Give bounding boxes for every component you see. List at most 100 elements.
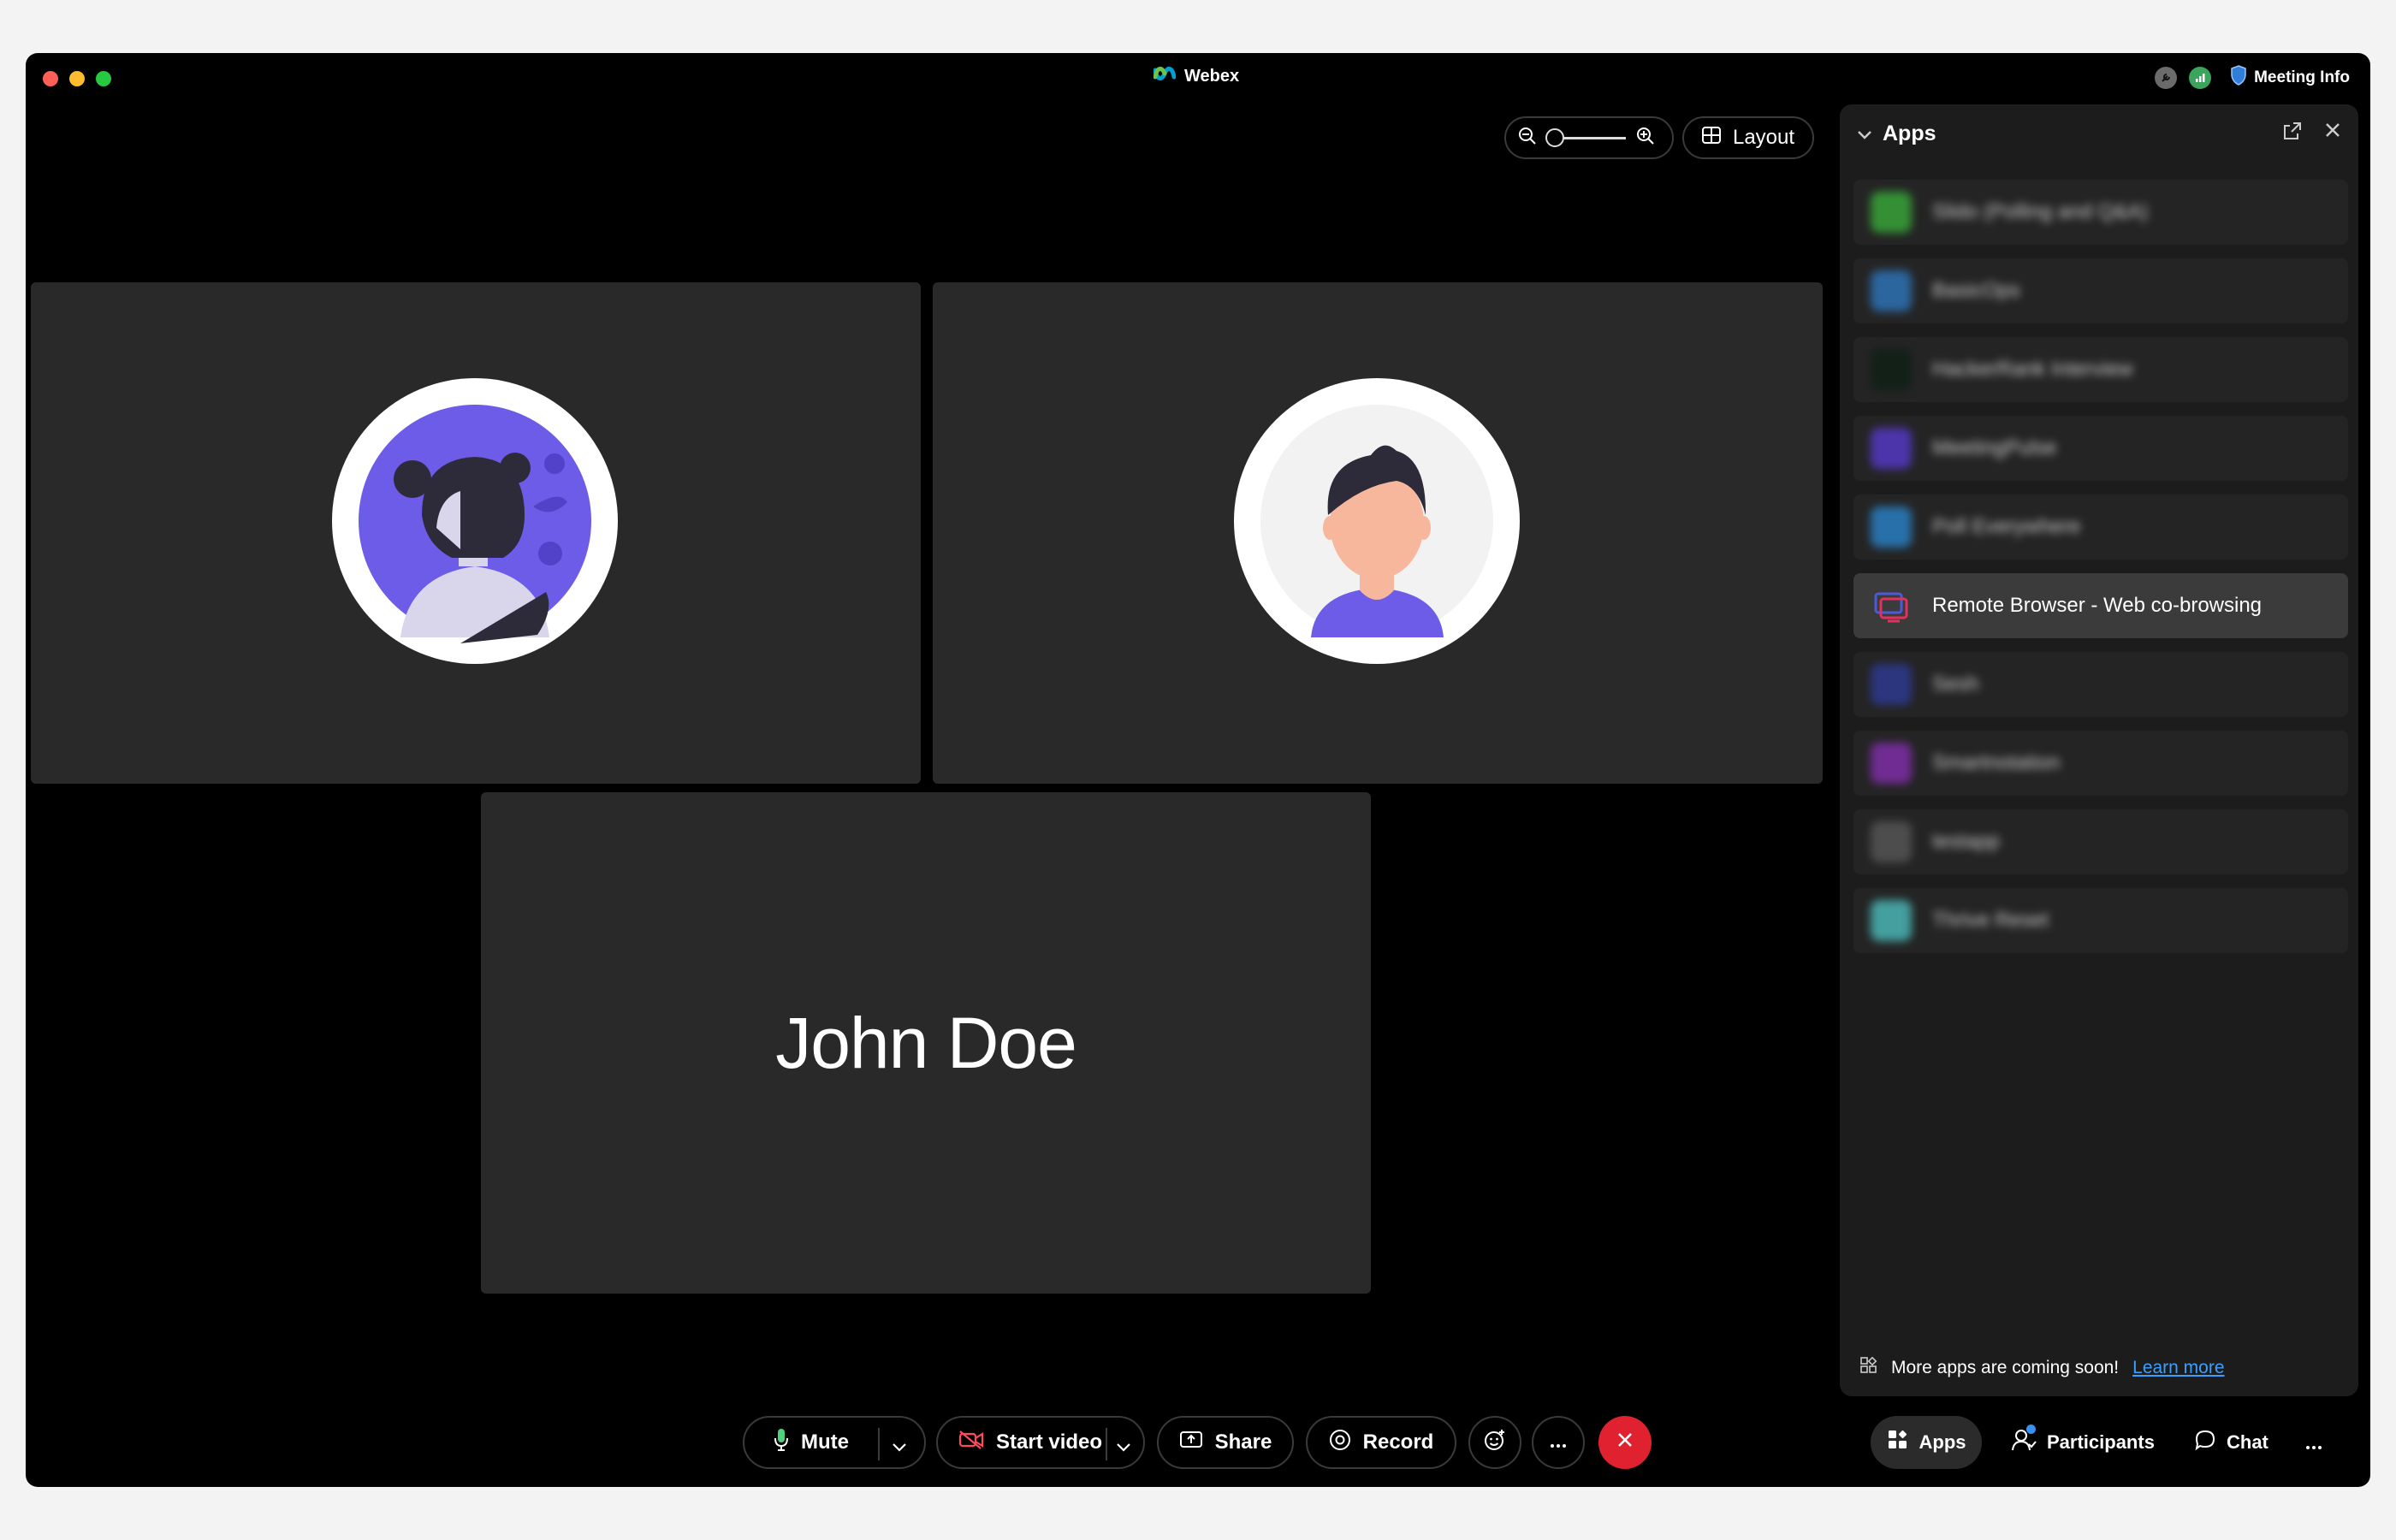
video-options-chevron-icon[interactable] xyxy=(1116,1435,1131,1459)
minimize-window-button[interactable] xyxy=(69,71,85,86)
apps-panel: Apps Slido (Polling and Q&A) BasicOps Hack… xyxy=(1840,104,2358,1396)
basicops-icon xyxy=(1871,270,1912,311)
app-list-item[interactable]: Remote Browser - Web co-browsing xyxy=(1853,573,2348,638)
meeting-info-label: Meeting Info xyxy=(2254,68,2350,86)
app-list-item[interactable]: Sesh xyxy=(1853,652,2348,717)
avatar xyxy=(1234,378,1520,664)
webex-window: Webex Meeting Info Layout John Doe Apps … xyxy=(26,53,2370,1487)
app-list-item-label: Sesh xyxy=(1932,672,1979,696)
apps-panel-header[interactable]: Apps xyxy=(1857,121,1936,146)
title-bar: Webex Meeting Info xyxy=(26,53,2370,104)
app-list-item-label: MeetingPulse xyxy=(1932,436,2057,459)
wrench-icon[interactable] xyxy=(2155,67,2178,89)
app-list-item-label: testapp xyxy=(1932,830,2000,853)
apps-list: Slido (Polling and Q&A) BasicOps HackerRan… xyxy=(1853,180,2348,967)
app-list-item-label: BasicOps xyxy=(1932,279,2020,302)
app-list-item[interactable]: HackerRank Interview xyxy=(1853,337,2348,402)
zoom-in-icon[interactable] xyxy=(1636,127,1655,150)
polleverywhere-icon xyxy=(1871,506,1912,548)
app-list-item[interactable]: BasicOps xyxy=(1853,258,2348,323)
participant-tile[interactable] xyxy=(933,282,1823,784)
top-right-area: Meeting Info xyxy=(2155,65,2350,91)
mute-button[interactable]: Mute xyxy=(743,1416,926,1469)
close-icon[interactable] xyxy=(2324,121,2341,145)
app-list-item[interactable]: MeetingPulse xyxy=(1853,416,2348,481)
app-list-item[interactable]: Poll Everywhere xyxy=(1853,495,2348,560)
meeting-controls: Mute Start video Share Record Apps Parti… xyxy=(26,1416,2370,1469)
layout-grid-icon xyxy=(1701,126,1721,150)
slido-icon xyxy=(1871,192,1912,233)
divider xyxy=(878,1428,880,1460)
apps-footer-text: More apps are coming soon! xyxy=(1891,1358,2120,1377)
app-list-item[interactable]: Slido (Polling and Q&A) xyxy=(1853,180,2348,245)
tab-chat-label: Chat xyxy=(2227,1431,2268,1453)
notification-dot xyxy=(2026,1424,2036,1434)
share-button[interactable]: Share xyxy=(1157,1416,1294,1469)
tab-chat[interactable]: Chat xyxy=(2194,1416,2268,1469)
male-avatar-icon xyxy=(1260,405,1493,637)
app-list-item-label: Remote Browser - Web co-browsing xyxy=(1932,594,2263,617)
apps-grid-icon xyxy=(1860,1356,1877,1379)
record-icon xyxy=(1329,1429,1351,1457)
maximize-window-button[interactable] xyxy=(96,71,111,86)
zoom-slider[interactable] xyxy=(1545,127,1626,147)
signal-stats-icon[interactable] xyxy=(2189,67,2212,89)
learn-more-link[interactable]: Learn more xyxy=(2132,1358,2224,1378)
record-button[interactable]: Record xyxy=(1306,1416,1456,1469)
app-list-item-label: Thrive Reset xyxy=(1932,909,2049,932)
meetingpulse-icon xyxy=(1871,428,1912,469)
record-label: Record xyxy=(1362,1430,1434,1454)
apps-panel-actions xyxy=(2283,121,2341,145)
leave-meeting-button[interactable] xyxy=(1598,1416,1652,1469)
app-title: Webex xyxy=(1153,65,1240,87)
apps-icon xyxy=(1887,1429,1909,1456)
testapp-icon xyxy=(1871,821,1912,862)
more-tabs-button[interactable] xyxy=(2305,1416,2322,1469)
close-icon xyxy=(1616,1430,1634,1455)
layout-button[interactable]: Layout xyxy=(1682,116,1814,159)
tab-participants[interactable]: Participants xyxy=(2011,1416,2155,1469)
webex-logo-icon xyxy=(1153,65,1177,87)
hackerrank-icon xyxy=(1871,349,1912,390)
zoom-slider-handle[interactable] xyxy=(1545,127,1564,147)
smartnotation-icon xyxy=(1871,743,1912,784)
zoom-control xyxy=(1504,116,1674,159)
more-options-button[interactable] xyxy=(1532,1416,1585,1469)
mute-label: Mute xyxy=(801,1430,849,1454)
layout-label: Layout xyxy=(1732,126,1795,149)
start-video-button[interactable]: Start video xyxy=(936,1416,1145,1469)
app-list-item-label: Smartnotation xyxy=(1932,751,2061,774)
tab-participants-label: Participants xyxy=(2047,1431,2155,1453)
mute-options-chevron-icon[interactable] xyxy=(892,1435,907,1459)
close-window-button[interactable] xyxy=(43,71,58,86)
tab-apps-label: Apps xyxy=(1919,1431,1966,1453)
participant-tile[interactable] xyxy=(31,282,921,784)
apps-panel-title: Apps xyxy=(1883,121,1936,145)
chevron-down-icon[interactable] xyxy=(1857,121,1872,146)
app-list-item-label: HackerRank Interview xyxy=(1932,358,2133,381)
remote-browser-icon xyxy=(1871,585,1912,626)
female-avatar-icon xyxy=(359,405,591,643)
pop-out-icon[interactable] xyxy=(2283,121,2302,145)
apps-footer: More apps are coming soon! Learn more xyxy=(1860,1356,2225,1379)
emoji-add-icon xyxy=(1483,1428,1507,1458)
start-video-label: Start video xyxy=(996,1430,1103,1454)
app-list-item[interactable]: Thrive Reset xyxy=(1853,888,2348,953)
participants-icon xyxy=(2011,1424,2037,1457)
app-list-item[interactable]: Smartnotation xyxy=(1853,731,2348,796)
zoom-out-icon[interactable] xyxy=(1518,127,1537,150)
app-list-item-label: Slido (Polling and Q&A) xyxy=(1932,200,2149,223)
chat-bubble-icon xyxy=(2194,1429,2216,1456)
avatar xyxy=(332,378,618,664)
reactions-button[interactable] xyxy=(1468,1416,1521,1469)
share-label: Share xyxy=(1214,1430,1272,1454)
app-list-item[interactable]: testapp xyxy=(1853,809,2348,874)
tab-apps[interactable]: Apps xyxy=(1871,1416,1982,1469)
video-off-icon xyxy=(958,1430,984,1456)
app-title-text: Webex xyxy=(1184,66,1240,86)
meeting-info-button[interactable]: Meeting Info xyxy=(2230,65,2350,91)
participant-tile[interactable]: John Doe xyxy=(481,792,1371,1294)
shield-icon xyxy=(2230,65,2247,91)
sesh-icon xyxy=(1871,664,1912,705)
microphone-icon xyxy=(774,1428,789,1458)
